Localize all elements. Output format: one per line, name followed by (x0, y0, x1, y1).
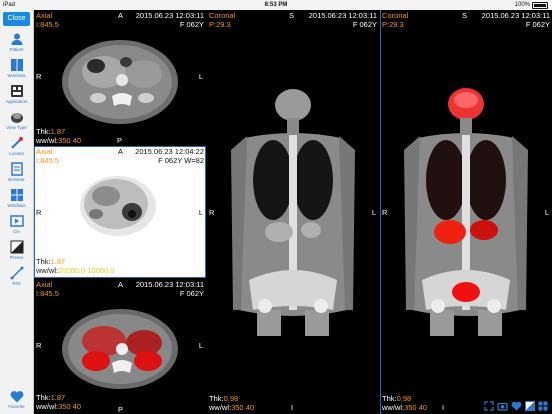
study-datetime: 2015.06.23 12:03:11 (481, 11, 550, 20)
heart-icon (10, 391, 23, 403)
orientation-bottom: I (442, 403, 445, 412)
series-label: Coronal (382, 11, 409, 20)
view-type-icon (10, 113, 23, 123)
windows-icon (10, 189, 23, 201)
series-label: Axial (36, 280, 53, 289)
windows-icon (10, 59, 23, 71)
orientation-left: R (36, 208, 42, 217)
roi-icon (10, 266, 23, 280)
battery-icon (532, 1, 548, 9)
orientation-left: R (382, 208, 388, 217)
patient-info: F 062Y (179, 20, 204, 29)
orientation-left: R (36, 72, 42, 81)
coronal-fusion-image (404, 88, 528, 336)
thickness-label: Thk:0.98 (209, 394, 239, 403)
orientation-right: L (544, 208, 549, 217)
series-label: Coronal (209, 11, 236, 20)
layout-icon[interactable] (538, 401, 548, 411)
viewport-axial-ct[interactable]: Axial I:845.5 A 2015.06.23 12:03:11 F 06… (34, 10, 206, 145)
window-level-label: ww/wl:350 40 (382, 403, 428, 412)
series-label: Axial (36, 11, 53, 20)
slice-level: P:29.3 (209, 20, 231, 29)
patient-info: F 062Y W=82 (158, 156, 204, 165)
browser-icon (10, 162, 23, 176)
thickness-label: Thk:1.87 (36, 393, 66, 402)
orientation-top: A (118, 280, 124, 289)
person-icon (11, 33, 22, 45)
expand-icon[interactable] (484, 401, 494, 411)
sidebar-item-favorite[interactable]: Favorite (0, 390, 33, 409)
coronal-ct-image (231, 89, 355, 336)
orientation-right: L (198, 341, 203, 350)
orientation-bottom: P (117, 136, 123, 145)
patient-info: F 062Y (352, 20, 377, 29)
viewport-coronal-fusion[interactable]: Coronal P:29.3 S 2015.06.23 12:03:11 F 0… (380, 10, 552, 414)
orientation-top: A (118, 11, 124, 20)
slice-level: I:845.5 (36, 20, 59, 29)
cine-icon (9, 215, 24, 227)
orientation-right: L (198, 208, 203, 217)
window-level-label: ww/wl:20000.0 10000.0 (36, 266, 115, 275)
orientation-left: R (209, 208, 215, 217)
sidebar-item-preset[interactable]: Preset (0, 240, 33, 260)
heart-icon[interactable] (511, 401, 522, 411)
viewport-axial-pet[interactable]: Axial I:845.5 A 2015.06.23 12:04:22 F 06… (34, 146, 206, 278)
sidebar-item-locator[interactable]: Locator (0, 136, 33, 156)
sidebar-item-patient[interactable]: Patient (0, 32, 33, 52)
sidebar: Close Patient Windows Application View T… (0, 10, 34, 414)
orientation-bottom: P (118, 405, 124, 414)
study-datetime: 2015.06.23 12:04:22 (135, 147, 204, 156)
window-level-label: ww/wl:350 40 (209, 403, 255, 412)
viewport-controls (484, 401, 548, 411)
sidebar-item-windows-2[interactable]: Windows (0, 188, 33, 208)
sidebar-item-windows[interactable]: Windows (0, 58, 33, 78)
camera-icon[interactable] (497, 401, 508, 411)
study-datetime: 2015.06.23 12:03:11 (135, 11, 204, 20)
orientation-right: L (198, 72, 203, 81)
study-datetime: 2015.06.23 12:03:11 (308, 11, 377, 20)
axial-ct-image (62, 40, 178, 124)
orientation-right: L (371, 208, 376, 217)
slice-level: I:845.5 (36, 156, 59, 165)
slice-level: I:845.5 (36, 289, 59, 298)
sidebar-item-cine[interactable]: Cin (0, 214, 33, 234)
sidebar-item-browser[interactable]: Browser (0, 162, 33, 182)
orientation-left: R (36, 341, 42, 350)
window-level-label: ww/wl:350 40 (36, 402, 82, 411)
sidebar-item-roi[interactable]: ROI (0, 266, 33, 286)
patient-info: F 062Y (525, 20, 550, 29)
application-icon (10, 85, 23, 97)
viewport-coronal-ct[interactable]: Coronal P:29.3 S 2015.06.23 12:03:11 F 0… (207, 10, 379, 414)
patient-info: F 062Y (179, 289, 204, 298)
series-label: Axial (36, 147, 53, 156)
study-datetime: 2015.06.23 12:03:11 (135, 280, 204, 289)
viewport-axial-fusion[interactable]: Axial I:845.5 A 2015.06.23 12:03:11 F 06… (34, 279, 206, 414)
window-level-label: ww/wl:350 40 (36, 136, 82, 145)
orientation-top: A (118, 147, 124, 156)
sidebar-item-view-type[interactable]: View Type (0, 110, 33, 130)
locator-icon (10, 137, 23, 149)
close-button[interactable]: Close (3, 12, 30, 26)
orientation-bottom: I (291, 403, 294, 412)
preset-icon (10, 240, 23, 254)
contrast-icon[interactable] (525, 401, 535, 411)
orientation-top: S (289, 11, 295, 20)
thickness-label: Thk:0.98 (382, 394, 412, 403)
battery-indicator: 100% (515, 0, 548, 10)
orientation-top: S (462, 11, 468, 20)
slice-level: P:29.3 (382, 20, 404, 29)
clock: 8:53 PM (264, 2, 288, 8)
status-bar: iPad 8:53 PM 100% (0, 0, 552, 10)
sidebar-item-application[interactable]: Application (0, 84, 33, 104)
battery-percent: 100% (514, 2, 530, 8)
thickness-label: Thk:1.87 (36, 127, 66, 136)
thickness-label: Thk:1.87 (36, 257, 66, 266)
